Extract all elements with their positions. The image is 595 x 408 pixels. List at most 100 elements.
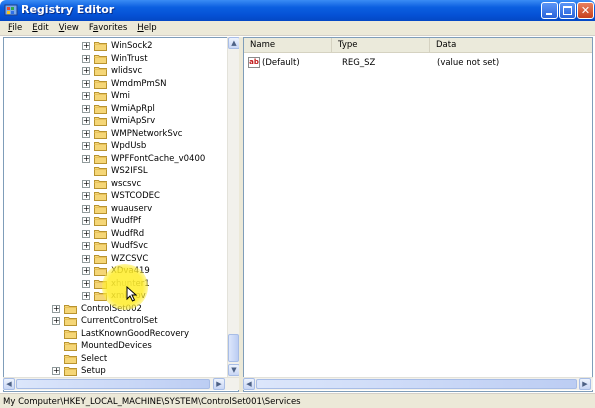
tree-node[interactable]: + WMPNetworkSvc: [82, 128, 183, 141]
scroll-right-icon[interactable]: ▶: [579, 378, 591, 390]
menu-help[interactable]: Help: [132, 21, 161, 36]
scroll-left-icon[interactable]: ◀: [243, 378, 255, 390]
column-header-type[interactable]: Type: [332, 38, 430, 53]
tree-node[interactable]: WS2IFSL: [82, 165, 149, 178]
folder-icon: [94, 104, 107, 114]
registry-key-tree[interactable]: + WinSock2 + WinTrust + wlidsvc + WmdmPmSN + Wmi +…: [3, 37, 239, 392]
expand-icon[interactable]: +: [82, 67, 90, 76]
values-list[interactable]: Name Type Data ab (Default) REG_SZ (valu…: [243, 37, 593, 392]
tree-node[interactable]: + WmiApRpl: [82, 103, 156, 116]
tree-node[interactable]: + WPFFontCache_v0400: [82, 153, 206, 166]
status-bar: My Computer\HKEY_LOCAL_MACHINE\SYSTEM\Co…: [0, 393, 595, 408]
expand-icon[interactable]: +: [82, 242, 90, 251]
value-data: (value not set): [437, 58, 500, 68]
tree-node-label: Setup: [81, 366, 106, 377]
tree-node[interactable]: + Setup: [52, 365, 107, 378]
expand-icon[interactable]: +: [82, 229, 90, 238]
expand-icon[interactable]: +: [82, 42, 90, 51]
tree-node[interactable]: + WpdUsb: [82, 140, 147, 153]
maximize-button[interactable]: [559, 2, 576, 19]
expand-icon[interactable]: +: [82, 204, 90, 213]
tree-node[interactable]: + WZCSVC: [82, 253, 149, 266]
folder-icon: [94, 217, 107, 227]
expand-icon[interactable]: +: [82, 192, 90, 201]
column-header-name[interactable]: Name: [244, 38, 332, 53]
tree-node[interactable]: + WinTrust: [82, 53, 149, 66]
folder-icon: [94, 204, 107, 214]
tree-node[interactable]: + WSTCODEC: [82, 190, 161, 203]
list-horizontal-scrollbar[interactable]: ◀ ▶: [243, 377, 593, 390]
tree-node[interactable]: + CurrentControlSet: [52, 315, 159, 328]
title-bar[interactable]: Registry Editor ✕: [0, 0, 595, 21]
folder-icon: [94, 129, 107, 139]
menu-bar: File Edit View Favorites Help: [0, 21, 595, 36]
tree-vertical-scrollbar[interactable]: ▲ ▼: [227, 37, 240, 377]
tree-node[interactable]: + wuauserv: [82, 203, 153, 216]
tree-horizontal-scrollbar[interactable]: ◀ ▶: [3, 377, 239, 390]
scroll-thumb[interactable]: [256, 379, 577, 389]
expand-icon[interactable]: +: [82, 104, 90, 113]
mouse-pointer-icon: [126, 286, 138, 302]
scroll-left-icon[interactable]: ◀: [3, 378, 15, 390]
tree-node[interactable]: + WudfPf: [82, 215, 142, 228]
tree-node-label: wscsvc: [111, 178, 142, 189]
folder-icon: [94, 167, 107, 177]
menu-view[interactable]: View: [54, 21, 84, 36]
expand-icon[interactable]: +: [82, 292, 90, 301]
scroll-thumb[interactable]: [228, 334, 239, 362]
folder-icon: [64, 317, 77, 327]
expand-icon[interactable]: +: [82, 129, 90, 138]
menu-edit[interactable]: Edit: [27, 21, 53, 36]
tree-node-label: WudfRd: [111, 228, 145, 239]
tree-node-label: WinTrust: [111, 53, 148, 64]
tree-node-label: WinSock2: [111, 41, 153, 52]
tree-node[interactable]: + WinSock2: [82, 40, 154, 53]
value-type: REG_SZ: [342, 58, 376, 68]
column-header-data[interactable]: Data: [430, 38, 592, 53]
menu-file[interactable]: File: [3, 21, 27, 36]
tree-node-label: WudfSvc: [111, 241, 148, 252]
tree-node[interactable]: + WudfRd: [82, 228, 145, 241]
tree-node[interactable]: + WmiApSrv: [82, 115, 156, 128]
cursor-highlight: [102, 264, 148, 310]
tree-node[interactable]: + Wmi: [82, 90, 131, 103]
expand-icon[interactable]: +: [82, 279, 90, 288]
tree-node[interactable]: + wlidsvc: [82, 65, 143, 78]
menu-favorites[interactable]: Favorites: [84, 21, 132, 36]
scroll-thumb[interactable]: [16, 379, 210, 389]
tree-node-label: WZCSVC: [111, 253, 149, 264]
expand-icon[interactable]: +: [52, 304, 60, 313]
tree-node-label: WPFFontCache_v0400: [111, 153, 206, 164]
expand-icon[interactable]: +: [82, 254, 90, 263]
folder-icon: [94, 92, 107, 102]
folder-icon: [64, 329, 77, 339]
tree-node[interactable]: + wscsvc: [82, 178, 142, 191]
current-key-path: My Computer\HKEY_LOCAL_MACHINE\SYSTEM\Co…: [3, 397, 301, 407]
tree-node[interactable]: Select: [52, 353, 108, 366]
expand-icon[interactable]: +: [82, 267, 90, 276]
tree-node-label: WpdUsb: [111, 141, 147, 152]
expand-icon[interactable]: +: [82, 92, 90, 101]
minimize-icon: [546, 13, 552, 15]
expand-icon[interactable]: +: [82, 217, 90, 226]
expand-icon[interactable]: +: [82, 142, 90, 151]
expand-icon[interactable]: +: [52, 317, 60, 326]
tree-node[interactable]: + WudfSvc: [82, 240, 149, 253]
folder-icon: [94, 79, 107, 89]
tree-node[interactable]: LastKnownGoodRecovery: [52, 328, 190, 341]
scroll-right-icon[interactable]: ▶: [213, 378, 225, 390]
tree-node[interactable]: MountedDevices: [52, 340, 153, 353]
close-button[interactable]: ✕: [577, 2, 594, 19]
tree-node-label: WudfPf: [111, 216, 141, 227]
minimize-button[interactable]: [541, 2, 558, 19]
tree-node[interactable]: + WmdmPmSN: [82, 78, 168, 91]
expand-icon[interactable]: +: [82, 154, 90, 163]
expand-icon[interactable]: +: [52, 367, 60, 376]
expand-icon[interactable]: +: [82, 179, 90, 188]
tree-node-label: LastKnownGoodRecovery: [81, 328, 190, 339]
expand-icon[interactable]: +: [82, 54, 90, 63]
expand-icon[interactable]: +: [82, 117, 90, 126]
tree-node-label: Select: [81, 353, 108, 364]
expand-icon[interactable]: +: [82, 79, 90, 88]
list-item[interactable]: ab (Default) REG_SZ (value not set): [244, 57, 592, 69]
